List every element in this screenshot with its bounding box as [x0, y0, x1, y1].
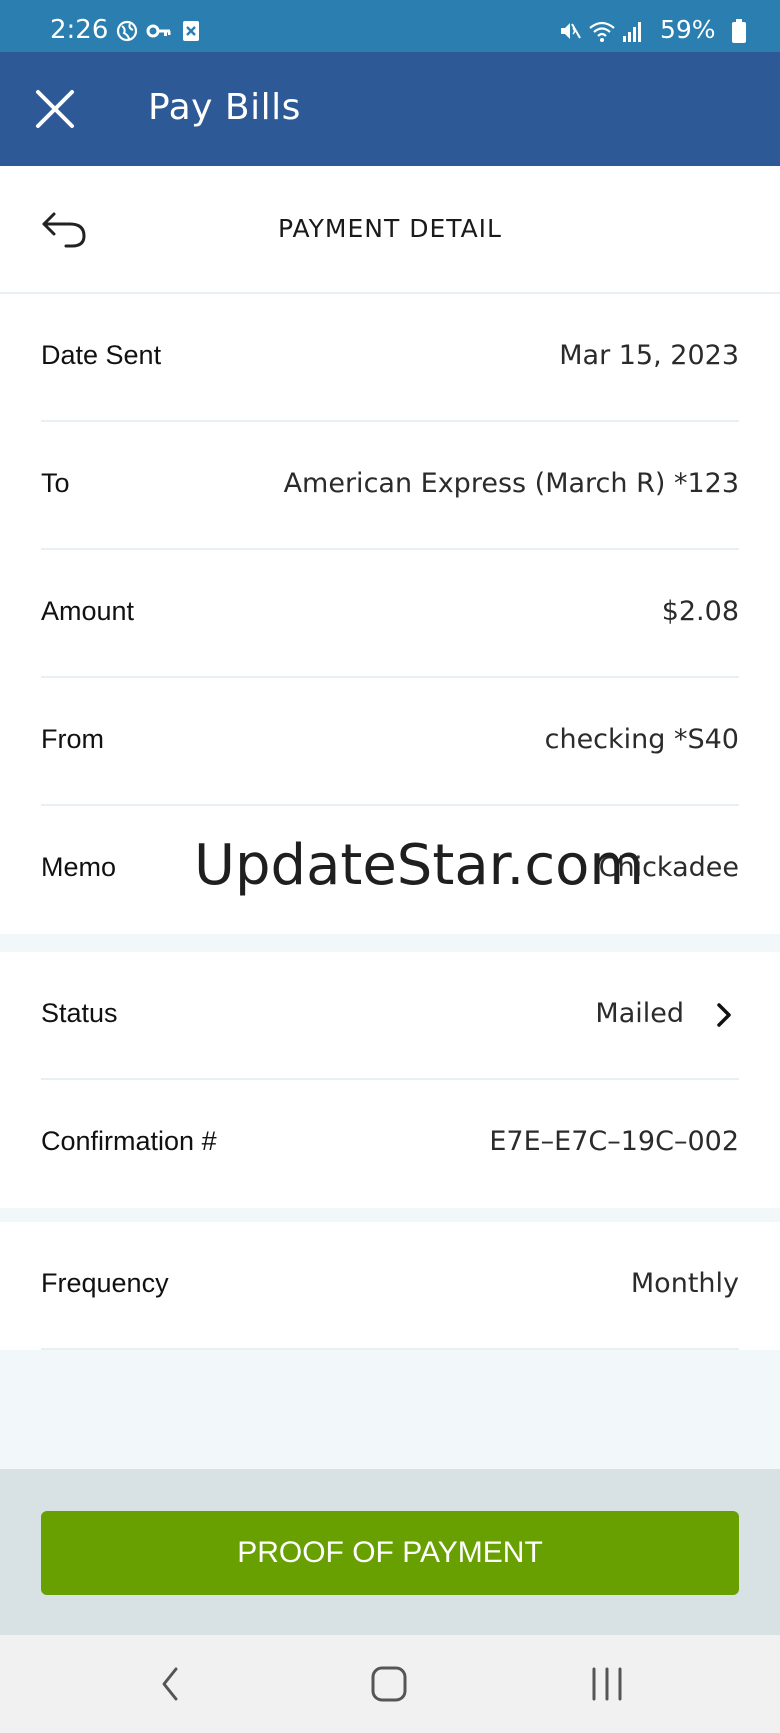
row-label: From: [41, 724, 104, 754]
battery-icon: [732, 19, 746, 48]
detail-row-from: From checking *S40: [0, 678, 780, 806]
signal-icon: [622, 19, 644, 48]
row-value: Monthly: [630, 1268, 739, 1299]
row-value: Mailed: [595, 998, 684, 1029]
detail-row-confirmation: Confirmation # E7E–E7C–19C–002: [0, 1080, 780, 1208]
status-bar: 2:26 59%: [0, 0, 780, 52]
row-value: E7E–E7C–19C–002: [489, 1126, 739, 1157]
detail-row-status[interactable]: Status Mailed: [0, 952, 780, 1080]
home-nav-icon: [371, 1666, 407, 1702]
row-value: checking *S40: [544, 724, 739, 755]
content-background: [0, 1350, 780, 1469]
row-label: Frequency: [41, 1268, 169, 1298]
section-title: PAYMENT DETAIL: [278, 214, 502, 243]
row-value: Mar 15, 2023: [559, 340, 739, 371]
proof-of-payment-button[interactable]: PROOF OF PAYMENT: [41, 1511, 739, 1595]
wifi-icon: [588, 19, 616, 48]
row-label: Status: [41, 998, 118, 1028]
mute-icon: [558, 19, 582, 48]
detail-row-amount: Amount $2.08: [0, 550, 780, 678]
row-label: Amount: [41, 596, 135, 626]
page-title: Pay Bills: [148, 87, 301, 128]
row-label: Confirmation #: [41, 1126, 217, 1156]
key-icon: [146, 20, 172, 47]
row-label: Memo: [41, 852, 117, 882]
row-value: $2.08: [661, 596, 739, 627]
status-time: 2:26: [50, 15, 109, 45]
document-icon: [182, 20, 200, 47]
back-nav-icon: [162, 1667, 178, 1701]
recents-nav-icon: [592, 1667, 622, 1701]
back-nav-button[interactable]: [146, 1661, 196, 1707]
detail-row-to: To American Express (March R) *123: [0, 422, 780, 550]
footer-area: PROOF OF PAYMENT: [0, 1469, 780, 1635]
app-bar: Pay Bills: [0, 52, 780, 166]
group-gap: [0, 934, 780, 952]
section-header: PAYMENT DETAIL: [0, 166, 780, 294]
status-right-icons: 59%: [558, 17, 758, 43]
detail-row-date-sent: Date Sent Mar 15, 2023: [0, 294, 780, 422]
row-label: Date Sent: [41, 340, 162, 370]
close-icon: [36, 90, 74, 128]
group-gap: [0, 1208, 780, 1222]
home-nav-button[interactable]: [364, 1661, 414, 1707]
close-button[interactable]: [28, 82, 82, 136]
row-label: To: [41, 468, 70, 498]
recents-nav-button[interactable]: [582, 1661, 632, 1707]
watermark: UpdateStar.com: [194, 833, 644, 898]
battery-percent: 59%: [660, 15, 716, 44]
row-value: American Express (March R) *123: [283, 468, 739, 499]
globe-icon: [116, 20, 138, 47]
detail-row-frequency: Frequency Monthly: [0, 1222, 780, 1350]
navigation-bar: [0, 1635, 780, 1733]
chevron-right-icon: [717, 1003, 731, 1027]
